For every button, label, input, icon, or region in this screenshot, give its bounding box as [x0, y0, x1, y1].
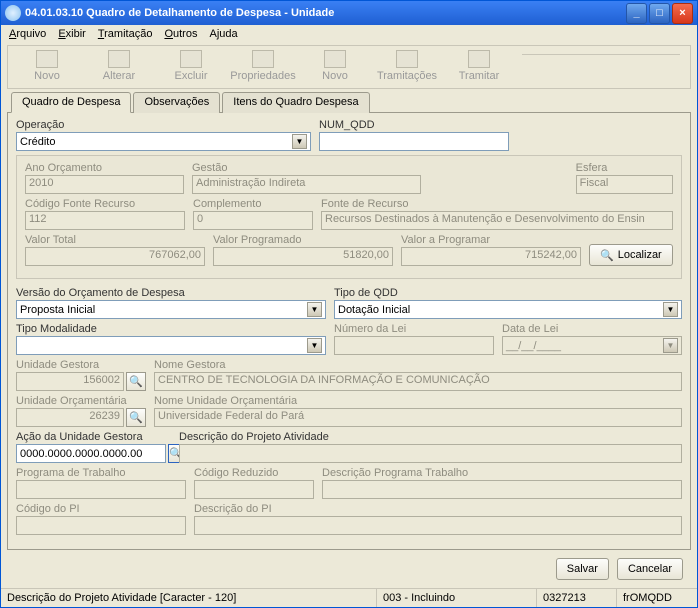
menu-ajuda[interactable]: Ajuda — [209, 28, 237, 40]
ro-esfera: Fiscal — [576, 175, 673, 194]
titlebar: 04.01.03.10 Quadro de Detalhamento de De… — [1, 1, 697, 25]
ro-nomeunidorc: Universidade Federal do Pará — [154, 408, 682, 427]
close-button[interactable]: × — [672, 3, 693, 24]
search-icon: 🔍 — [600, 249, 614, 262]
tb-novo2: Novo — [306, 50, 364, 82]
ro-anoorc: 2010 — [25, 175, 184, 194]
tb-propriedades: Propriedades — [234, 50, 292, 82]
menu-tramitacao[interactable]: Tramitação — [98, 28, 153, 40]
menubar: Arquivo Exibir Tramitação Outros Ajuda — [1, 25, 697, 43]
menu-arquivo[interactable]: Arquivo — [9, 28, 46, 40]
ro-nomegest: CENTRO DE TECNOLOGIA DA INFORMAÇÃO E COM… — [154, 372, 682, 391]
select-tipoqdd[interactable]: Dotação Inicial▼ — [334, 300, 682, 319]
tabs-area: Quadro de Despesa Observações Itens do Q… — [7, 91, 691, 550]
tab-itens-quadro[interactable]: Itens do Quadro Despesa — [222, 92, 369, 113]
localizar-button[interactable]: 🔍Localizar — [589, 244, 673, 266]
tb-excluir: Excluir — [162, 50, 220, 82]
ro-valtotal: 767062,00 — [25, 247, 205, 266]
search-icon: 🔍 — [129, 375, 143, 388]
select-tipomod[interactable]: ▼ — [16, 336, 326, 355]
ro-descprog — [322, 480, 682, 499]
ro-valaprog: 715242,00 — [401, 247, 581, 266]
ro-codpi — [16, 516, 186, 535]
select-datalei: __/__/____▼ — [502, 336, 682, 355]
input-numqdd[interactable] — [319, 132, 509, 151]
chevron-down-icon: ▼ — [663, 338, 678, 353]
main-panel: Operação Crédito▼ NUM_QDD Ano Orçamento2… — [7, 112, 691, 550]
properties-icon — [252, 50, 274, 68]
tb-novo: Novo — [18, 50, 76, 82]
tb-alterar: Alterar — [90, 50, 148, 82]
tramitacoes-icon — [396, 50, 418, 68]
delete-icon — [180, 50, 202, 68]
ro-codred — [194, 480, 314, 499]
lbl-operacao: Operação — [16, 119, 311, 131]
select-versao[interactable]: Proposta Inicial▼ — [16, 300, 326, 319]
input-acaoug[interactable] — [16, 444, 166, 463]
cancelar-button[interactable]: Cancelar — [617, 558, 683, 580]
tramitar-icon — [468, 50, 490, 68]
tb-tramitacoes: Tramitações — [378, 50, 436, 82]
ro-complemento: 0 — [193, 211, 313, 230]
chevron-down-icon: ▼ — [663, 302, 678, 317]
app-window: 04.01.03.10 Quadro de Detalhamento de De… — [0, 0, 698, 608]
salvar-button[interactable]: Salvar — [556, 558, 609, 580]
search-icon: 🔍 — [129, 411, 143, 424]
statusbar: Descrição do Projeto Atividade [Caracter… — [1, 588, 697, 607]
status-mode: 003 - Incluindo — [377, 589, 537, 607]
ro-descpi — [194, 516, 682, 535]
status-desc: Descrição do Projeto Atividade [Caracter… — [1, 589, 377, 607]
maximize-button[interactable]: □ — [649, 3, 670, 24]
new2-icon — [324, 50, 346, 68]
window-title: 04.01.03.10 Quadro de Detalhamento de De… — [25, 7, 334, 19]
chevron-down-icon: ▼ — [307, 338, 322, 353]
lbl-numqdd: NUM_QDD — [319, 119, 509, 131]
lookup-unidgest-button[interactable]: 🔍 — [126, 372, 146, 391]
ro-unidorc: 26239 — [16, 408, 124, 427]
ro-codfonte: 112 — [25, 211, 185, 230]
toolbar: Novo Alterar Excluir Propriedades Novo T… — [7, 45, 691, 89]
select-operacao[interactable]: Crédito▼ — [16, 132, 311, 151]
new-icon — [36, 50, 58, 68]
minimize-button[interactable]: _ — [626, 3, 647, 24]
status-form: frOMQDD — [617, 589, 697, 607]
chevron-down-icon: ▼ — [292, 134, 307, 149]
lookup-unidorc-button[interactable]: 🔍 — [126, 408, 146, 427]
tab-quadro-despesa[interactable]: Quadro de Despesa — [11, 92, 131, 113]
ro-unidgest: 156002 — [16, 372, 124, 391]
tb-tramitar: Tramitar — [450, 50, 508, 82]
ro-progtrab — [16, 480, 186, 499]
menu-outros[interactable]: Outros — [164, 28, 197, 40]
menu-exibir[interactable]: Exibir — [58, 28, 86, 40]
ro-gestao: Administração Indireta — [192, 175, 421, 194]
bottom-buttons: Salvar Cancelar — [1, 550, 697, 588]
ro-numlei — [334, 336, 494, 355]
app-icon — [5, 5, 21, 21]
tab-observacoes[interactable]: Observações — [133, 92, 220, 113]
chevron-down-icon: ▼ — [307, 302, 322, 317]
group-orcamento: Ano Orçamento2010 GestãoAdministração In… — [16, 155, 682, 279]
ro-fonterec: Recursos Destinados à Manutenção e Desen… — [321, 211, 673, 230]
status-code: 0327213 — [537, 589, 617, 607]
ro-descproj — [179, 444, 682, 463]
ro-valprog: 51820,00 — [213, 247, 393, 266]
edit-icon — [108, 50, 130, 68]
